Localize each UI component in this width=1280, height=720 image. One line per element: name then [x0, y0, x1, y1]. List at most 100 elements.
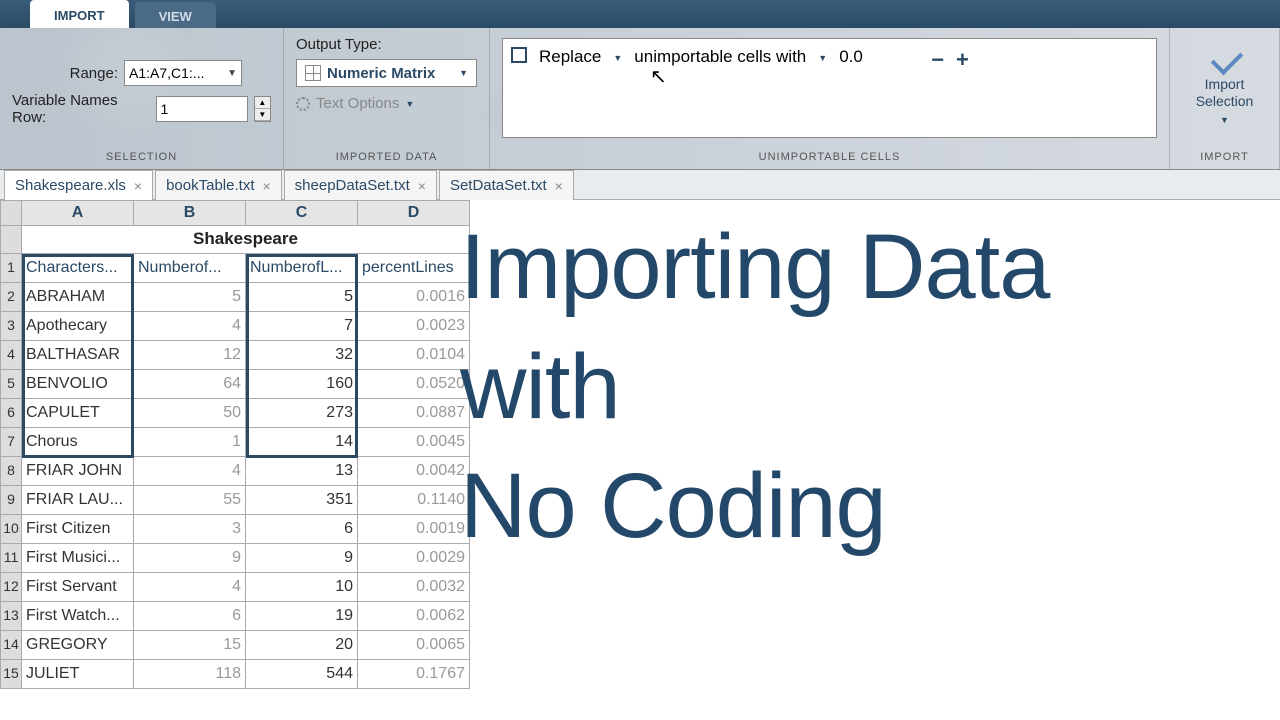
gear-icon — [296, 97, 310, 111]
cell[interactable]: GREGORY — [22, 631, 134, 660]
col-header-a[interactable]: A — [22, 200, 134, 226]
column-header[interactable]: NumberofL... — [246, 254, 358, 283]
cell[interactable]: 0.0520 — [358, 370, 470, 399]
cell[interactable]: First Musici... — [22, 544, 134, 573]
col-header-d[interactable]: D — [358, 200, 470, 226]
cell[interactable]: BENVOLIO — [22, 370, 134, 399]
cell[interactable]: 7 — [246, 312, 358, 341]
cell[interactable]: 15 — [134, 631, 246, 660]
cell[interactable]: 0.0016 — [358, 283, 470, 312]
cell[interactable]: 20 — [246, 631, 358, 660]
file-tab-booktable[interactable]: bookTable.txt× — [155, 170, 282, 200]
cell[interactable]: 160 — [246, 370, 358, 399]
replace-label: Replace — [539, 47, 601, 67]
cell[interactable]: 9 — [246, 544, 358, 573]
col-header-c[interactable]: C — [246, 200, 358, 226]
cell[interactable]: 64 — [134, 370, 246, 399]
tab-view[interactable]: VIEW — [135, 2, 216, 28]
cell[interactable]: 4 — [134, 312, 246, 341]
col-header-b[interactable]: B — [134, 200, 246, 226]
cell[interactable]: Chorus — [22, 428, 134, 457]
overlay-title: Importing Data with No Coding — [460, 208, 1049, 567]
text-options-label: Text Options — [316, 95, 399, 112]
cell[interactable]: 0.0045 — [358, 428, 470, 457]
column-header[interactable]: percentLines — [358, 254, 470, 283]
cell[interactable]: 10 — [246, 573, 358, 602]
cell[interactable]: 0.0042 — [358, 457, 470, 486]
output-type-value: Numeric Matrix — [327, 65, 435, 82]
cell[interactable]: 1 — [134, 428, 246, 457]
group-label-unimportable: UNIMPORTABLE CELLS — [502, 151, 1157, 165]
minus-button[interactable]: − — [931, 47, 944, 73]
output-type-combo[interactable]: Numeric Matrix ▼ — [296, 59, 477, 87]
output-type-label: Output Type: — [296, 36, 477, 53]
unimportable-panel: Replace ▼ unimportable cells with ▼ 0.0 … — [502, 38, 1157, 138]
cell[interactable]: BALTHASAR — [22, 341, 134, 370]
cell[interactable]: ABRAHAM — [22, 283, 134, 312]
tab-import[interactable]: IMPORT — [30, 0, 129, 28]
varnames-spinner[interactable]: ▲▼ — [254, 96, 271, 122]
close-icon[interactable]: × — [418, 178, 426, 194]
text-options[interactable]: Text Options ▼ — [296, 95, 477, 112]
column-header[interactable]: Characters... — [22, 254, 134, 283]
cell[interactable]: First Watch... — [22, 602, 134, 631]
cell[interactable]: First Servant — [22, 573, 134, 602]
cell[interactable]: 0.0062 — [358, 602, 470, 631]
cell[interactable]: 0.0019 — [358, 515, 470, 544]
cell[interactable]: 351 — [246, 486, 358, 515]
chevron-down-icon[interactable]: ▼ — [818, 53, 827, 63]
cell[interactable]: 3 — [134, 515, 246, 544]
cell[interactable]: 6 — [246, 515, 358, 544]
cell[interactable]: 14 — [246, 428, 358, 457]
cell[interactable]: 0.0032 — [358, 573, 470, 602]
file-tab-sheepdataset[interactable]: sheepDataSet.txt× — [284, 170, 437, 200]
column-header[interactable]: Numberof... — [134, 254, 246, 283]
cell[interactable]: JULIET — [22, 660, 134, 689]
cell[interactable]: 118 — [134, 660, 246, 689]
cell[interactable]: 0.0023 — [358, 312, 470, 341]
cell[interactable]: 544 — [246, 660, 358, 689]
cell[interactable]: 273 — [246, 399, 358, 428]
close-icon[interactable]: × — [134, 178, 142, 194]
cell[interactable]: 55 — [134, 486, 246, 515]
cell[interactable]: 32 — [246, 341, 358, 370]
replace-checkbox[interactable] — [511, 47, 527, 63]
import-selection-button[interactable]: ImportSelection ▼ — [1182, 36, 1267, 130]
cell[interactable]: 0.0887 — [358, 399, 470, 428]
cells-with-label: unimportable cells with — [634, 47, 806, 67]
file-tab-shakespeare[interactable]: Shakespeare.xls× — [4, 170, 153, 200]
cell[interactable]: 50 — [134, 399, 246, 428]
cell[interactable]: 0.0029 — [358, 544, 470, 573]
range-combo[interactable]: A1:A7,C1:... ▼ — [124, 60, 242, 86]
checkmark-icon — [1205, 40, 1245, 72]
replace-value[interactable]: 0.0 — [839, 47, 919, 67]
cell[interactable]: CAPULET — [22, 399, 134, 428]
cell[interactable]: FRIAR JOHN — [22, 457, 134, 486]
cell[interactable]: 12 — [134, 341, 246, 370]
cell[interactable]: First Citizen — [22, 515, 134, 544]
chevron-down-icon[interactable]: ▼ — [613, 53, 622, 63]
close-icon[interactable]: × — [262, 178, 270, 194]
chevron-down-icon: ▼ — [227, 68, 237, 79]
cell[interactable]: 6 — [134, 602, 246, 631]
range-label: Range: — [12, 65, 118, 82]
cell[interactable]: 13 — [246, 457, 358, 486]
cell[interactable]: FRIAR LAU... — [22, 486, 134, 515]
cell[interactable]: 0.1140 — [358, 486, 470, 515]
varnames-input[interactable]: 1 — [156, 96, 248, 122]
cell[interactable]: 0.1767 — [358, 660, 470, 689]
cell[interactable]: 0.0104 — [358, 341, 470, 370]
cell[interactable]: 19 — [246, 602, 358, 631]
cell[interactable]: 5 — [246, 283, 358, 312]
plus-button[interactable]: + — [956, 47, 969, 73]
chevron-down-icon: ▼ — [459, 68, 468, 78]
cell[interactable]: 9 — [134, 544, 246, 573]
ribbon-tabs: IMPORT VIEW — [0, 0, 1280, 28]
cell[interactable]: 5 — [134, 283, 246, 312]
cell[interactable]: 4 — [134, 457, 246, 486]
cell[interactable]: Apothecary — [22, 312, 134, 341]
cell[interactable]: 4 — [134, 573, 246, 602]
cell[interactable]: 0.0065 — [358, 631, 470, 660]
close-icon[interactable]: × — [555, 178, 563, 194]
file-tab-setdataset[interactable]: SetDataSet.txt× — [439, 170, 574, 200]
